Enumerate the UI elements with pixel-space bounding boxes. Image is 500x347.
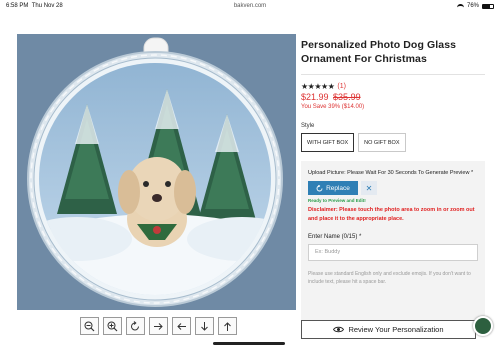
product-info: Personalized Photo Dog Glass Ornament Fo… [301, 38, 485, 329]
ready-status: Ready to Preview and Edit! [308, 198, 366, 203]
style-options: WITH GIFT BOX NO GIFT BOX [301, 133, 485, 152]
style-option-no-gift-box[interactable]: NO GIFT BOX [358, 133, 406, 152]
name-note: Please use standard English only and exc… [308, 270, 471, 285]
style-label: Style [301, 123, 315, 129]
original-price: $35.99 [333, 92, 361, 102]
move-right-icon[interactable] [149, 317, 168, 335]
disclaimer-text: Disclaimer: Please touch the photo area … [308, 207, 475, 222]
review-label: Review Your Personalization [348, 325, 444, 334]
savings-text: You Save 39% ($14.00) [301, 104, 365, 110]
rotate-icon[interactable] [126, 317, 145, 335]
battery-percent: 76% [466, 3, 479, 9]
product-preview-image[interactable] [17, 34, 296, 310]
name-field-label: Enter Name (0/15) * [308, 234, 362, 240]
battery-icon [482, 3, 494, 9]
move-up-icon[interactable] [218, 317, 237, 335]
move-down-icon[interactable] [195, 317, 214, 335]
divider [301, 74, 485, 75]
move-left-icon[interactable] [172, 317, 191, 335]
review-count[interactable]: (1) [337, 83, 346, 90]
product-title: Personalized Photo Dog Glass Ornament Fo… [301, 39, 457, 65]
star-rating-icon: ★★★★★ [301, 82, 335, 91]
replace-button[interactable]: Replace [308, 181, 358, 195]
wifi-icon [456, 3, 464, 9]
zoom-in-icon[interactable] [103, 317, 122, 335]
review-personalization-button[interactable]: Review Your Personalization [301, 320, 476, 339]
name-input[interactable] [308, 243, 478, 261]
status-right: 76% [456, 3, 494, 9]
customization-panel: Upload Picture: Please Wait For 30 Secon… [301, 161, 485, 329]
remove-photo-button[interactable]: ✕ [361, 181, 377, 195]
style-option-with-gift-box[interactable]: WITH GIFT BOX [301, 133, 355, 152]
image-tools [80, 317, 237, 335]
eye-icon [333, 326, 345, 333]
upload-label: Upload Picture: Please Wait For 30 Secon… [308, 170, 474, 176]
zoom-out-icon[interactable] [80, 317, 99, 335]
home-indicator [213, 342, 285, 345]
address-bar[interactable]: bakven.com [0, 3, 500, 9]
upload-controls: Replace ✕ [308, 181, 478, 195]
replace-label: Replace [326, 184, 350, 192]
refresh-icon [316, 184, 323, 191]
rating[interactable]: ★★★★★ (1) [301, 82, 485, 91]
chat-widget-icon[interactable] [473, 316, 493, 336]
status-bar: 6:58 PM Thu Nov 28 bakven.com 76% [0, 0, 500, 12]
price: $21.99 $35.99 [301, 92, 485, 102]
sale-price: $21.99 [301, 92, 329, 102]
